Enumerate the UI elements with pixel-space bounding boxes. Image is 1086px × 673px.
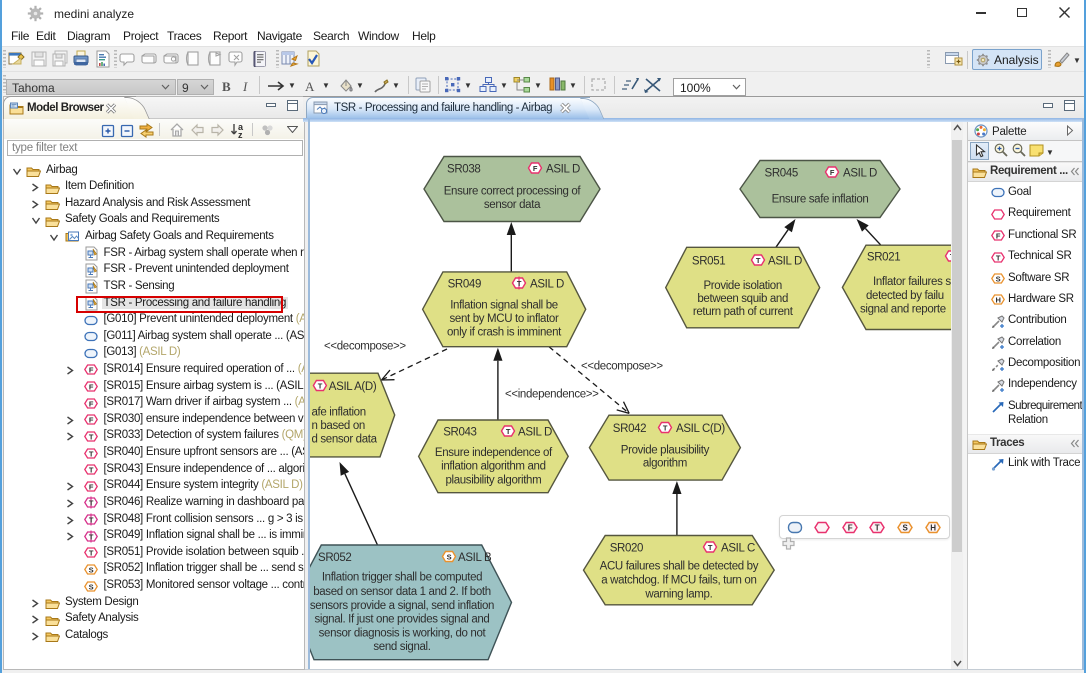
svg-text:signal and reporte: signal and reporte xyxy=(860,303,946,315)
svg-text:SR042: SR042 xyxy=(613,423,646,435)
svg-text:based on sensor data 1 and 2.: based on sensor data 1 and 2. If both xyxy=(313,585,491,597)
svg-text:H: H xyxy=(930,523,936,532)
svg-text:only if crash is imminent: only if crash is imminent xyxy=(447,326,562,338)
svg-text:SR045: SR045 xyxy=(765,167,798,179)
svg-text:ASIL A(D): ASIL A(D) xyxy=(329,381,377,393)
svg-text:ASIL D: ASIL D xyxy=(843,167,877,179)
svg-text:SR051: SR051 xyxy=(692,255,725,267)
svg-text:sent by MCU to inflator: sent by MCU to inflator xyxy=(450,312,559,324)
svg-text:Provide isolation: Provide isolation xyxy=(703,279,781,291)
svg-text:detected by failu: detected by failu xyxy=(866,290,944,302)
svg-text:SR043: SR043 xyxy=(443,426,476,438)
svg-text:algorithm: algorithm xyxy=(643,457,687,469)
svg-text:T: T xyxy=(875,523,880,532)
svg-text:Inflation signal shall be: Inflation signal shall be xyxy=(450,299,558,311)
svg-text:S: S xyxy=(996,274,1001,283)
svg-text:S: S xyxy=(89,582,94,591)
svg-text:plausibility algorithm: plausibility algorithm xyxy=(445,474,541,486)
svg-text:<<decompose>>: <<decompose>> xyxy=(324,340,406,352)
svg-text:ASIL D: ASIL D xyxy=(546,163,580,175)
svg-text:sensors provide a signal, send: sensors provide a signal, send inflation xyxy=(310,600,494,612)
svg-text:ASIL B: ASIL B xyxy=(458,552,492,564)
svg-text:ACU failures shall be detected: ACU failures shall be detected by xyxy=(600,560,759,572)
svg-text:<<decompose>>: <<decompose>> xyxy=(581,360,663,372)
svg-text:Inflator failures s: Inflator failures s xyxy=(873,276,951,288)
svg-text:inflation algorithm and: inflation algorithm and xyxy=(441,460,545,472)
svg-text:a watchdog. If MCU fails, turn: a watchdog. If MCU fails, turn on xyxy=(601,574,756,586)
svg-text:S: S xyxy=(89,565,94,574)
svg-text:Ensure independence of: Ensure independence of xyxy=(435,446,553,458)
svg-text:SR020: SR020 xyxy=(610,542,643,554)
svg-text:ASIL D: ASIL D xyxy=(530,278,564,290)
svg-text:SR052: SR052 xyxy=(318,552,351,564)
svg-text:ASIL D: ASIL D xyxy=(768,255,802,267)
svg-text:n based on: n based on xyxy=(312,420,365,432)
svg-text:ASIL C: ASIL C xyxy=(721,542,755,554)
svg-text:sensor data: sensor data xyxy=(484,199,541,211)
svg-text:d sensor data: d sensor data xyxy=(312,433,378,445)
svg-text:warning lamp.: warning lamp. xyxy=(644,588,712,600)
svg-text:between squib and: between squib and xyxy=(697,292,788,304)
svg-text:Ensure correct processing of: Ensure correct processing of xyxy=(444,185,582,197)
svg-text:SR021: SR021 xyxy=(867,251,900,263)
svg-text:F: F xyxy=(848,523,853,532)
svg-text:afe inflation: afe inflation xyxy=(312,406,366,418)
svg-text:Provide plausibility: Provide plausibility xyxy=(621,444,710,456)
svg-text:S: S xyxy=(447,552,452,561)
svg-text:send signal.: send signal. xyxy=(373,641,430,653)
svg-text:Inflation trigger shall be com: Inflation trigger shall be computed xyxy=(322,571,482,583)
svg-text:Ensure safe inflation: Ensure safe inflation xyxy=(772,193,869,205)
svg-text:signal. If just one provides s: signal. If just one provides signal and xyxy=(315,613,490,625)
svg-text:SR038: SR038 xyxy=(447,163,480,175)
svg-text:<<independence>>: <<independence>> xyxy=(505,388,599,400)
svg-text:ASIL C(D): ASIL C(D) xyxy=(676,423,725,435)
svg-text:return path of current: return path of current xyxy=(693,306,794,318)
svg-text:H: H xyxy=(995,295,1000,304)
svg-text:sensor diagnosis is working, d: sensor diagnosis is working, do not xyxy=(319,627,487,639)
svg-text:SR049: SR049 xyxy=(448,278,481,290)
svg-text:ASIL D: ASIL D xyxy=(518,426,552,438)
